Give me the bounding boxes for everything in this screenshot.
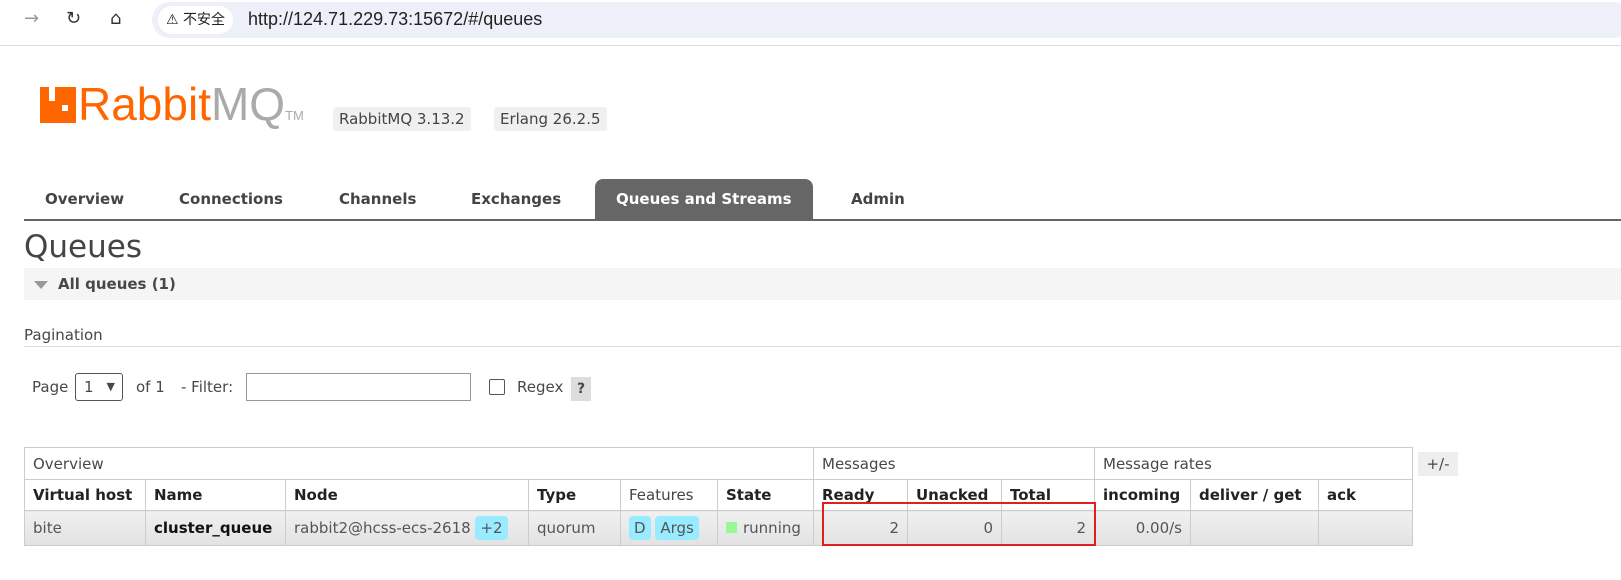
insecure-label: 不安全 [183,12,226,28]
tab-channels[interactable]: Channels [318,179,437,220]
chevron-down-icon: ▼ [106,380,115,393]
col-deliver-get[interactable]: deliver / get [1190,479,1319,511]
tab-connections[interactable]: Connections [158,179,304,220]
table-row[interactable]: bite cluster_queue rabbit2@hcss-ecs-2618… [24,510,1413,546]
page-title: Queues [24,229,142,265]
logo-mark-icon [40,87,76,123]
home-icon[interactable]: ⌂ [110,8,121,29]
cell-total: 2 [1001,510,1095,546]
logo-tm: TM [285,108,304,123]
divider [24,346,1621,347]
col-name[interactable]: Name [145,479,286,511]
regex-checkbox[interactable] [489,379,505,395]
cell-state: running [717,510,814,546]
insecure-badge[interactable]: ⚠ 不安全 [158,6,234,34]
tab-overview[interactable]: Overview [24,179,145,220]
cell-unacked: 0 [907,510,1002,546]
queues-table: Overview Messages Message rates Virtual … [24,447,1413,546]
url-text[interactable]: http://124.71.229.73:15672/#/queues [248,9,542,30]
cell-type: quorum [528,510,621,546]
col-ready[interactable]: Ready [813,479,908,511]
cell-ack [1318,510,1413,546]
col-node[interactable]: Node [285,479,529,511]
node-extra-badge[interactable]: +2 [475,516,508,540]
tab-admin[interactable]: Admin [830,179,926,220]
feature-durable-badge[interactable]: D [629,516,651,540]
main-tabs: Overview Connections Channels Exchanges … [24,179,1621,221]
col-features: Features [620,479,718,511]
erlang-badge: Erlang 26.2.5 [494,107,607,131]
cell-vhost: bite [24,510,146,546]
reload-icon[interactable]: ↻ [66,8,81,29]
page-of-label: of 1 [136,378,165,396]
cell-features: D Args [620,510,718,546]
pagination-label: Pagination [24,326,103,344]
regex-label: Regex [517,378,564,396]
filter-input[interactable] [246,373,471,401]
group-message-rates: Message rates [1094,447,1413,480]
page-value: 1 [84,378,94,396]
col-incoming[interactable]: incoming [1094,479,1191,511]
section-title: All queues (1) [58,275,176,293]
cell-deliver-get [1190,510,1319,546]
col-type[interactable]: Type [528,479,621,511]
logo-rabbit: Rabbit [78,78,211,130]
col-ack[interactable]: ack [1318,479,1413,511]
forward-icon[interactable]: → [24,8,39,29]
address-bar[interactable]: ⚠ 不安全 http://124.71.229.73:15672/#/queue… [152,2,1621,38]
cell-ready: 2 [813,510,908,546]
state-text: running [743,519,801,537]
page-select[interactable]: 1 ▼ [75,373,123,401]
cell-incoming: 0.00/s [1094,510,1191,546]
cell-node: rabbit2@hcss-ecs-2618 +2 [285,510,529,546]
running-status-icon [726,522,737,533]
queue-name-link[interactable]: cluster_queue [145,510,286,546]
help-button[interactable]: ? [571,377,591,401]
group-messages: Messages [813,447,1095,480]
feature-args-badge[interactable]: Args [655,516,699,540]
group-overview: Overview [24,447,814,480]
col-virtual-host[interactable]: Virtual host [24,479,146,511]
page-label: Page [32,378,69,396]
toggle-columns-button[interactable]: +/- [1418,452,1458,476]
logo-mq: MQ [210,78,286,130]
rabbitmq-logo[interactable]: RabbitMQTM [40,80,304,140]
node-name: rabbit2@hcss-ecs-2618 [294,519,471,537]
col-unacked[interactable]: Unacked [907,479,1002,511]
browser-toolbar: → ↻ ⌂ ⚠ 不安全 http://124.71.229.73:15672/#… [0,0,1621,46]
version-badge: RabbitMQ 3.13.2 [333,107,471,131]
filter-label: - Filter: [181,378,234,396]
all-queues-toggle[interactable]: All queues (1) [24,268,1621,300]
collapse-triangle-icon [34,281,48,289]
col-total[interactable]: Total [1001,479,1095,511]
tab-queues-and-streams[interactable]: Queues and Streams [595,179,813,220]
tab-exchanges[interactable]: Exchanges [450,179,582,220]
col-state[interactable]: State [717,479,814,511]
